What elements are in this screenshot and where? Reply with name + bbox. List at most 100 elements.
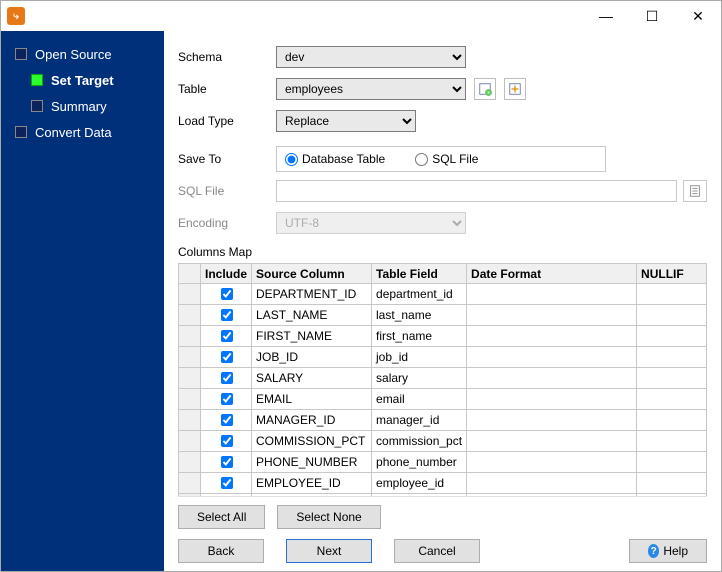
- row-header[interactable]: [179, 347, 201, 368]
- saveto-sql-radio[interactable]: SQL File: [415, 152, 478, 166]
- sidebar-item[interactable]: Set Target: [1, 67, 164, 93]
- row-header[interactable]: [179, 389, 201, 410]
- sidebar-item[interactable]: Open Source: [1, 41, 164, 67]
- row-header[interactable]: [179, 284, 201, 305]
- format-cell[interactable]: [467, 326, 637, 347]
- table-row[interactable]: FIRST_NAMEfirst_name: [179, 326, 707, 347]
- include-cell[interactable]: [201, 368, 252, 389]
- table-row[interactable]: EMAILemail: [179, 389, 707, 410]
- nullif-cell[interactable]: [637, 389, 707, 410]
- include-cell[interactable]: [201, 389, 252, 410]
- include-checkbox[interactable]: [221, 477, 233, 489]
- format-cell[interactable]: [467, 389, 637, 410]
- nullif-cell[interactable]: [637, 326, 707, 347]
- field-cell[interactable]: last_name: [372, 305, 467, 326]
- nullif-cell[interactable]: [637, 410, 707, 431]
- format-cell[interactable]: [467, 452, 637, 473]
- close-button[interactable]: ✕: [675, 1, 721, 31]
- table-row[interactable]: LAST_NAMElast_name: [179, 305, 707, 326]
- format-cell[interactable]: [467, 284, 637, 305]
- row-header[interactable]: [179, 368, 201, 389]
- format-cell[interactable]: [467, 431, 637, 452]
- include-checkbox[interactable]: [221, 456, 233, 468]
- back-button[interactable]: Back: [178, 539, 264, 563]
- field-cell[interactable]: first_name: [372, 326, 467, 347]
- row-header[interactable]: [179, 410, 201, 431]
- browse-file-icon[interactable]: [683, 180, 707, 202]
- field-cell[interactable]: job_id: [372, 347, 467, 368]
- field-cell[interactable]: email: [372, 389, 467, 410]
- table-row[interactable]: JOB_IDjob_id: [179, 347, 707, 368]
- nullif-cell[interactable]: [637, 284, 707, 305]
- include-checkbox[interactable]: [221, 435, 233, 447]
- minimize-button[interactable]: —: [583, 1, 629, 31]
- format-header[interactable]: Date Format: [467, 264, 637, 284]
- field-cell[interactable]: employee_id: [372, 473, 467, 494]
- select-all-button[interactable]: Select All: [178, 505, 265, 529]
- include-cell[interactable]: [201, 284, 252, 305]
- row-header[interactable]: [179, 473, 201, 494]
- include-cell[interactable]: [201, 473, 252, 494]
- table-row[interactable]: PHONE_NUMBERphone_number: [179, 452, 707, 473]
- table-row[interactable]: SALARYsalary: [179, 368, 707, 389]
- table-row[interactable]: MANAGER_IDmanager_id: [179, 410, 707, 431]
- format-cell[interactable]: [467, 368, 637, 389]
- format-cell[interactable]: [467, 305, 637, 326]
- table-select[interactable]: employees: [276, 78, 466, 100]
- row-header[interactable]: [179, 305, 201, 326]
- source-cell[interactable]: MANAGER_ID: [252, 410, 372, 431]
- next-button[interactable]: Next: [286, 539, 372, 563]
- nullif-cell[interactable]: [637, 368, 707, 389]
- field-cell[interactable]: manager_id: [372, 410, 467, 431]
- table-row[interactable]: COMMISSION_PCTcommission_pct: [179, 431, 707, 452]
- include-cell[interactable]: [201, 410, 252, 431]
- help-button[interactable]: ? Help: [629, 539, 707, 563]
- source-cell[interactable]: EMPLOYEE_ID: [252, 473, 372, 494]
- sidebar-item[interactable]: Convert Data: [1, 119, 164, 145]
- nullif-cell[interactable]: [637, 347, 707, 368]
- include-checkbox[interactable]: [221, 309, 233, 321]
- format-cell[interactable]: [467, 410, 637, 431]
- select-none-button[interactable]: Select None: [277, 505, 380, 529]
- table-row[interactable]: EMPLOYEE_IDemployee_id: [179, 473, 707, 494]
- field-cell[interactable]: department_id: [372, 284, 467, 305]
- include-checkbox[interactable]: [221, 393, 233, 405]
- include-cell[interactable]: [201, 431, 252, 452]
- include-checkbox[interactable]: [221, 288, 233, 300]
- table-row[interactable]: DEPARTMENT_IDdepartment_id: [179, 284, 707, 305]
- field-header[interactable]: Table Field: [372, 264, 467, 284]
- nullif-cell[interactable]: [637, 431, 707, 452]
- include-checkbox[interactable]: [221, 351, 233, 363]
- format-cell[interactable]: [467, 473, 637, 494]
- maximize-button[interactable]: ☐: [629, 1, 675, 31]
- source-header[interactable]: Source Column: [252, 264, 372, 284]
- nullif-cell[interactable]: [637, 305, 707, 326]
- nullif-header[interactable]: NULLIF: [637, 264, 707, 284]
- source-cell[interactable]: JOB_ID: [252, 347, 372, 368]
- include-cell[interactable]: [201, 452, 252, 473]
- source-cell[interactable]: FIRST_NAME: [252, 326, 372, 347]
- include-cell[interactable]: [201, 326, 252, 347]
- source-cell[interactable]: SALARY: [252, 368, 372, 389]
- include-cell[interactable]: [201, 305, 252, 326]
- source-cell[interactable]: LAST_NAME: [252, 305, 372, 326]
- cancel-button[interactable]: Cancel: [394, 539, 480, 563]
- sqlfile-input[interactable]: [276, 180, 677, 202]
- sidebar-item[interactable]: Summary: [1, 93, 164, 119]
- source-cell[interactable]: PHONE_NUMBER: [252, 452, 372, 473]
- source-cell[interactable]: EMAIL: [252, 389, 372, 410]
- field-cell[interactable]: salary: [372, 368, 467, 389]
- loadtype-select[interactable]: Replace: [276, 110, 416, 132]
- field-cell[interactable]: commission_pct: [372, 431, 467, 452]
- source-cell[interactable]: DEPARTMENT_ID: [252, 284, 372, 305]
- refresh-table-icon[interactable]: +: [474, 78, 496, 100]
- include-checkbox[interactable]: [221, 330, 233, 342]
- row-header[interactable]: [179, 326, 201, 347]
- format-cell[interactable]: [467, 347, 637, 368]
- row-header[interactable]: [179, 431, 201, 452]
- include-checkbox[interactable]: [221, 414, 233, 426]
- include-checkbox[interactable]: [221, 372, 233, 384]
- include-header[interactable]: Include: [201, 264, 252, 284]
- include-cell[interactable]: [201, 347, 252, 368]
- row-header[interactable]: [179, 452, 201, 473]
